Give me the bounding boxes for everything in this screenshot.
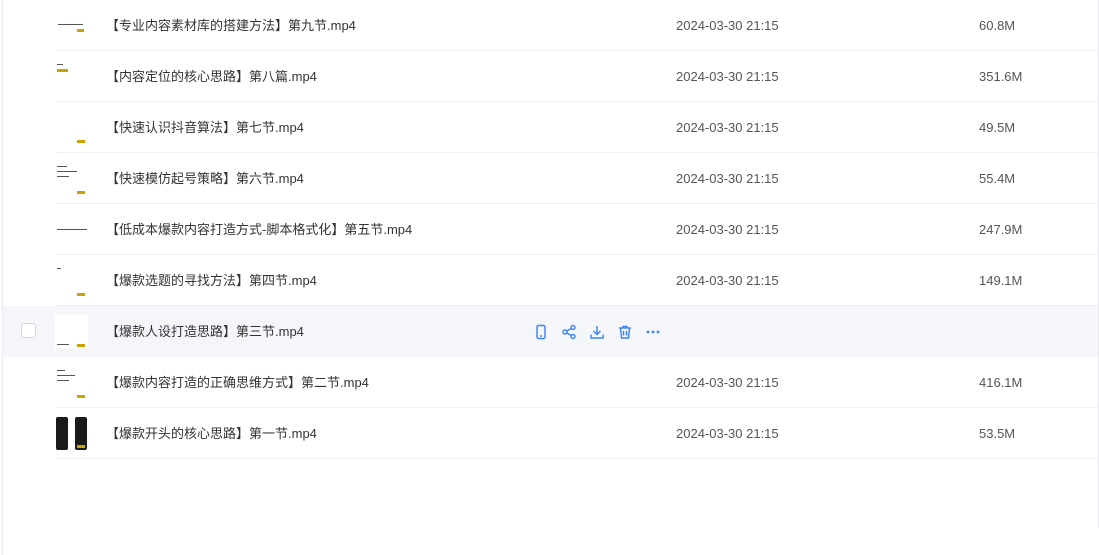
file-size: 60.8M	[979, 18, 1016, 33]
file-row-hovered[interactable]: 【爆款人设打造思路】第三节.mp4	[3, 306, 1098, 357]
file-size: 55.4M	[979, 171, 1016, 186]
phone-icon[interactable]	[531, 322, 550, 341]
file-name[interactable]: 【快速模仿起号策略】第六节.mp4	[106, 153, 304, 204]
video-thumbnail[interactable]	[55, 417, 88, 450]
file-list: 【专业内容素材库的搭建方法】第九节.mp4 2024-03-30 21:15 6…	[3, 0, 1098, 459]
file-row[interactable]: 【爆款开头的核心思路】第一节.mp4 2024-03-30 21:15 53.5…	[3, 408, 1098, 459]
file-date: 2024-03-30 21:15	[676, 273, 779, 288]
file-row[interactable]: 【爆款选题的寻找方法】第四节.mp4 2024-03-30 21:15 149.…	[3, 255, 1098, 306]
video-thumbnail[interactable]	[55, 162, 88, 195]
video-thumbnail[interactable]	[55, 111, 88, 144]
file-name[interactable]: 【快速认识抖音算法】第七节.mp4	[106, 102, 304, 153]
file-size: 351.6M	[979, 69, 1023, 84]
video-thumbnail[interactable]	[55, 315, 88, 348]
video-thumbnail[interactable]	[55, 60, 88, 93]
file-row[interactable]: 【爆款内容打造的正确思维方式】第二节.mp4 2024-03-30 21:15 …	[3, 357, 1098, 408]
file-size: 149.1M	[979, 273, 1023, 288]
file-size: 247.9M	[979, 222, 1023, 237]
file-name[interactable]: 【爆款人设打造思路】第三节.mp4	[106, 306, 304, 357]
file-row[interactable]: 【专业内容素材库的搭建方法】第九节.mp4 2024-03-30 21:15 6…	[3, 0, 1098, 51]
file-date: 2024-03-30 21:15	[676, 426, 779, 441]
file-name[interactable]: 【爆款选题的寻找方法】第四节.mp4	[106, 255, 317, 306]
trash-icon[interactable]	[615, 322, 634, 341]
file-date: 2024-03-30 21:15	[676, 69, 779, 84]
file-row[interactable]: 【低成本爆款内容打造方式-脚本格式化】第五节.mp4 2024-03-30 21…	[3, 204, 1098, 255]
file-row[interactable]: 【内容定位的核心思路】第八篇.mp4 2024-03-30 21:15 351.…	[3, 51, 1098, 102]
row-divider	[56, 458, 1098, 459]
video-thumbnail[interactable]	[55, 213, 88, 246]
row-actions	[531, 322, 671, 341]
file-name[interactable]: 【低成本爆款内容打造方式-脚本格式化】第五节.mp4	[106, 204, 412, 255]
file-row[interactable]: 【快速模仿起号策略】第六节.mp4 2024-03-30 21:15 55.4M	[3, 153, 1098, 204]
file-row[interactable]: 【快速认识抖音算法】第七节.mp4 2024-03-30 21:15 49.5M	[3, 102, 1098, 153]
row-checkbox[interactable]	[21, 323, 36, 338]
file-name[interactable]: 【爆款开头的核心思路】第一节.mp4	[106, 408, 317, 459]
file-size: 49.5M	[979, 120, 1016, 135]
file-name[interactable]: 【爆款内容打造的正确思维方式】第二节.mp4	[106, 357, 369, 408]
file-size: 416.1M	[979, 375, 1023, 390]
file-date: 2024-03-30 21:15	[676, 171, 779, 186]
file-date: 2024-03-30 21:15	[676, 222, 779, 237]
download-icon[interactable]	[587, 322, 606, 341]
file-name[interactable]: 【内容定位的核心思路】第八篇.mp4	[106, 51, 317, 102]
file-date: 2024-03-30 21:15	[676, 18, 779, 33]
file-name[interactable]: 【专业内容素材库的搭建方法】第九节.mp4	[106, 0, 356, 51]
video-thumbnail[interactable]	[55, 9, 88, 42]
video-thumbnail[interactable]	[55, 366, 88, 399]
more-icon[interactable]	[643, 322, 662, 341]
video-thumbnail[interactable]	[55, 264, 88, 297]
file-size: 53.5M	[979, 426, 1016, 441]
share-icon[interactable]	[559, 322, 578, 341]
file-date: 2024-03-30 21:15	[676, 120, 779, 135]
file-date: 2024-03-30 21:15	[676, 375, 779, 390]
